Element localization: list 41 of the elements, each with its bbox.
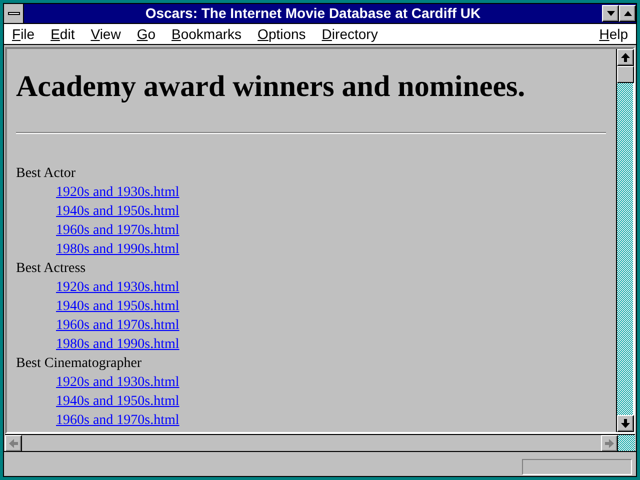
down-triangle-icon — [606, 11, 614, 16]
maximize-button[interactable] — [619, 5, 636, 22]
menu-item[interactable]: Help — [591, 24, 636, 44]
menu-item[interactable]: Go — [128, 24, 164, 44]
file-link[interactable]: 1960s and 1970s.html — [56, 413, 180, 428]
up-triangle-icon — [624, 11, 632, 16]
file-link[interactable]: 1920s and 1930s.html — [56, 185, 180, 200]
menu-item[interactable]: File — [4, 24, 43, 44]
scroll-thumb[interactable] — [617, 66, 634, 83]
file-link[interactable]: 1960s and 1970s.html — [56, 223, 180, 238]
menu-item[interactable]: Options — [250, 24, 314, 44]
file-link[interactable]: 1920s and 1930s.html — [56, 375, 180, 390]
page-heading: Academy award winners and nominees. — [16, 69, 526, 105]
file-link[interactable]: 1940s and 1950s.html — [56, 299, 180, 314]
scrollbar-corner — [618, 435, 635, 451]
scroll-up-button[interactable] — [617, 49, 634, 66]
category-label: Best Cinematographer — [16, 355, 143, 373]
menu-item[interactable]: Edit — [42, 24, 83, 44]
file-link[interactable]: 1960s and 1970s.html — [56, 318, 180, 333]
scroll-left-button[interactable] — [5, 435, 22, 452]
left-arrow-icon — [9, 439, 18, 448]
scroll-down-button[interactable] — [617, 415, 634, 432]
window-title: Oscars: The Internet Movie Database at Cardiff UK — [144, 4, 482, 23]
scroll-right-button[interactable] — [601, 435, 618, 452]
category-label: Best Actor — [16, 165, 76, 183]
file-link[interactable]: 1980s and 1990s.html — [56, 337, 180, 352]
category-label: Best Actress — [16, 260, 87, 278]
up-arrow-icon — [621, 53, 630, 62]
horizontal-scrollbar[interactable] — [5, 435, 618, 451]
menu-item[interactable]: Bookmarks — [164, 24, 250, 44]
right-arrow-icon — [605, 439, 614, 448]
vertical-scrollbar[interactable] — [616, 49, 633, 432]
minimize-button[interactable] — [602, 5, 619, 22]
file-link[interactable]: 1920s and 1930s.html — [56, 280, 180, 295]
file-link[interactable]: 1940s and 1950s.html — [56, 394, 180, 409]
menu-item[interactable]: Directory — [314, 24, 386, 44]
system-menu-button[interactable] — [4, 4, 24, 23]
menu-item[interactable]: View — [82, 24, 129, 44]
down-arrow-icon — [621, 419, 630, 428]
file-link[interactable]: 1980s and 1990s.html — [56, 242, 180, 257]
file-link[interactable]: 1940s and 1950s.html — [56, 204, 180, 219]
